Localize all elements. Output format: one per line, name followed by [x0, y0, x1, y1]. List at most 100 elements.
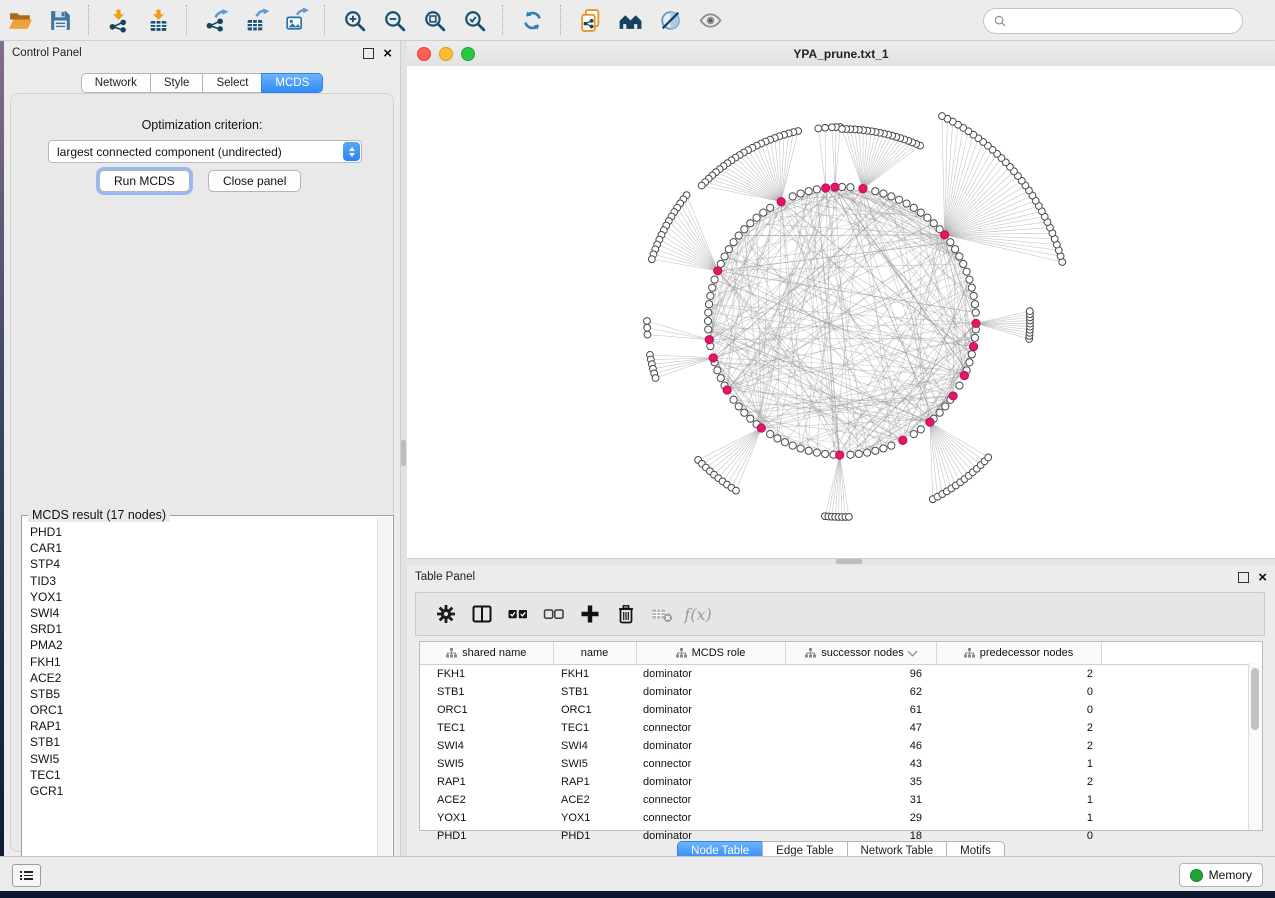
mcds-result-item[interactable]: SWI5: [23, 751, 378, 767]
network-node[interactable]: [942, 403, 949, 410]
table-cell[interactable]: ORC1: [553, 701, 636, 719]
table-cell[interactable]: dominator: [636, 773, 785, 791]
table-cell[interactable]: STB1: [553, 683, 636, 701]
network-node[interactable]: [644, 324, 651, 331]
tab-network[interactable]: Network: [81, 73, 151, 93]
network-node[interactable]: [797, 190, 804, 197]
network-node[interactable]: [725, 246, 732, 253]
column-header-MCDS-role[interactable]: MCDS role: [636, 642, 785, 665]
network-node[interactable]: [721, 253, 728, 260]
network-node[interactable]: [707, 292, 714, 299]
network-hub-node[interactable]: [969, 342, 977, 350]
network-node[interactable]: [1026, 308, 1033, 315]
network-node[interactable]: [880, 190, 887, 197]
network-node[interactable]: [730, 396, 737, 403]
table-cell[interactable]: connector: [636, 809, 785, 827]
network-node[interactable]: [698, 182, 705, 189]
network-node[interactable]: [797, 445, 804, 452]
table-row[interactable]: STB1STB1dominator620: [420, 683, 1248, 701]
table-row[interactable]: SWI4SWI4dominator462: [420, 737, 1248, 755]
network-node[interactable]: [930, 220, 937, 227]
table-cell[interactable]: 35: [785, 773, 936, 791]
network-node[interactable]: [767, 204, 774, 211]
column-header-successor-nodes[interactable]: successor nodes: [785, 642, 936, 665]
table-cell[interactable]: connector: [636, 719, 785, 737]
export-image-icon[interactable]: [279, 4, 313, 36]
column-header-shared-name[interactable]: shared name: [420, 642, 553, 665]
table-cell[interactable]: 0: [936, 701, 1101, 719]
network-node[interactable]: [910, 431, 917, 438]
table-cell[interactable]: dominator: [636, 701, 785, 719]
table-cell[interactable]: ACE2: [420, 791, 553, 809]
network-node[interactable]: [652, 375, 659, 382]
network-node[interactable]: [730, 239, 737, 246]
network-node[interactable]: [952, 246, 959, 253]
table-cell[interactable]: YOX1: [420, 809, 553, 827]
mcds-result-item[interactable]: PHD1: [23, 524, 378, 540]
tab-style[interactable]: Style: [150, 73, 204, 93]
table-cell[interactable]: dominator: [636, 737, 785, 755]
table-cell[interactable]: YOX1: [553, 809, 636, 827]
mcds-result-item[interactable]: TEC1: [23, 767, 378, 783]
network-hub-node[interactable]: [960, 371, 968, 379]
export-table-icon[interactable]: [239, 4, 273, 36]
table-row[interactable]: TEC1TEC1connector472: [420, 719, 1248, 737]
network-node[interactable]: [704, 317, 711, 324]
table-cell[interactable]: 2: [936, 719, 1101, 737]
network-node[interactable]: [917, 209, 924, 216]
import-network-icon[interactable]: [101, 4, 135, 36]
network-node[interactable]: [733, 487, 740, 494]
table-cell[interactable]: 61: [785, 701, 936, 719]
table-cell[interactable]: 62: [785, 683, 936, 701]
close-panel-icon[interactable]: ×: [1258, 573, 1267, 582]
table-cell[interactable]: 43: [785, 755, 936, 773]
search-input[interactable]: [1007, 12, 1242, 30]
network-hub-node[interactable]: [972, 319, 980, 327]
table-cell[interactable]: 29: [785, 809, 936, 827]
import-table-icon[interactable]: [141, 4, 175, 36]
table-cell[interactable]: 96: [785, 665, 936, 684]
table-cell[interactable]: RAP1: [553, 773, 636, 791]
network-node[interactable]: [781, 439, 788, 446]
zoom-in-icon[interactable]: [337, 4, 371, 36]
mcds-result-item[interactable]: STB5: [23, 686, 378, 702]
network-node[interactable]: [717, 374, 724, 381]
table-cell[interactable]: 47: [785, 719, 936, 737]
network-hub-node[interactable]: [859, 185, 867, 193]
network-node[interactable]: [966, 359, 973, 366]
table-cell[interactable]: SWI4: [553, 737, 636, 755]
network-node[interactable]: [968, 351, 975, 358]
network-node[interactable]: [767, 431, 774, 438]
memory-button[interactable]: Memory: [1179, 863, 1263, 887]
table-row[interactable]: RAP1RAP1dominator352: [420, 773, 1248, 791]
zoom-selected-icon[interactable]: [457, 4, 491, 36]
mcds-result-item[interactable]: GCR1: [23, 783, 378, 799]
table-cell[interactable]: 1: [936, 809, 1101, 827]
network-node[interactable]: [972, 309, 979, 316]
network-node[interactable]: [735, 232, 742, 239]
show-all-networks-icon[interactable]: [613, 4, 647, 36]
network-node[interactable]: [815, 125, 822, 132]
network-node[interactable]: [864, 449, 871, 456]
network-node[interactable]: [872, 188, 879, 195]
network-node[interactable]: [747, 220, 754, 227]
network-node[interactable]: [847, 184, 854, 191]
network-node[interactable]: [917, 426, 924, 433]
network-hub-node[interactable]: [949, 392, 957, 400]
network-node[interactable]: [888, 193, 895, 200]
table-row[interactable]: ORC1ORC1dominator610: [420, 701, 1248, 719]
network-hub-node[interactable]: [714, 267, 722, 275]
network-node[interactable]: [971, 301, 978, 308]
table-row[interactable]: YOX1YOX1connector291: [420, 809, 1248, 827]
network-node[interactable]: [968, 284, 975, 291]
function-builder-icon[interactable]: f(x): [680, 599, 716, 629]
table-cell[interactable]: 46: [785, 737, 936, 755]
network-hub-node[interactable]: [757, 424, 765, 432]
network-node[interactable]: [644, 318, 651, 325]
column-header-name[interactable]: name: [553, 642, 636, 665]
network-node[interactable]: [805, 447, 812, 454]
table-cell[interactable]: FKH1: [553, 665, 636, 684]
mcds-result-item[interactable]: ACE2: [23, 670, 378, 686]
table-cell[interactable]: 2: [936, 737, 1101, 755]
network-node[interactable]: [956, 253, 963, 260]
